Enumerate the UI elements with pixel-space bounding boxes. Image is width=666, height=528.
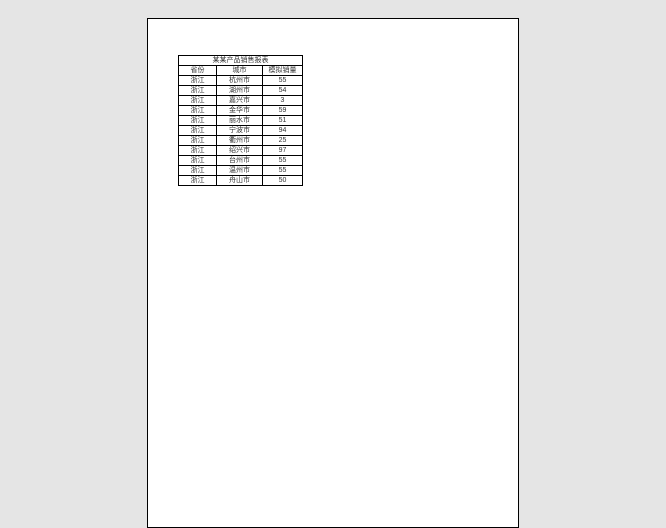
cell-city: 舟山市 [217, 176, 263, 186]
cell-sales: 54 [263, 86, 303, 96]
cell-province: 浙江 [179, 76, 217, 86]
cell-province: 浙江 [179, 116, 217, 126]
cell-province: 浙江 [179, 176, 217, 186]
col-header-sales: 模拟销量 [263, 66, 303, 76]
table-row: 浙江 宁波市 94 [179, 126, 303, 136]
cell-city: 杭州市 [217, 76, 263, 86]
cell-city: 衢州市 [217, 136, 263, 146]
cell-city: 丽水市 [217, 116, 263, 126]
cell-city: 台州市 [217, 156, 263, 166]
table-title: 某某产品销售报表 [179, 56, 303, 66]
cell-city: 嘉兴市 [217, 96, 263, 106]
table-header-row: 省份 城市 模拟销量 [179, 66, 303, 76]
cell-sales: 50 [263, 176, 303, 186]
table-row: 浙江 金华市 59 [179, 106, 303, 116]
col-header-province: 省份 [179, 66, 217, 76]
table-title-row: 某某产品销售报表 [179, 56, 303, 66]
cell-sales: 97 [263, 146, 303, 156]
cell-sales: 55 [263, 76, 303, 86]
cell-province: 浙江 [179, 166, 217, 176]
cell-city: 湖州市 [217, 86, 263, 96]
cell-province: 浙江 [179, 146, 217, 156]
cell-province: 浙江 [179, 156, 217, 166]
col-header-city: 城市 [217, 66, 263, 76]
cell-province: 浙江 [179, 96, 217, 106]
table-row: 浙江 温州市 55 [179, 166, 303, 176]
document-page: 某某产品销售报表 省份 城市 模拟销量 浙江 杭州市 55 浙江 湖州市 54 … [147, 18, 519, 528]
cell-city: 温州市 [217, 166, 263, 176]
table-row: 浙江 绍兴市 97 [179, 146, 303, 156]
cell-sales: 25 [263, 136, 303, 146]
sales-table: 某某产品销售报表 省份 城市 模拟销量 浙江 杭州市 55 浙江 湖州市 54 … [178, 55, 303, 186]
cell-province: 浙江 [179, 106, 217, 116]
cell-city: 金华市 [217, 106, 263, 116]
table-row: 浙江 嘉兴市 3 [179, 96, 303, 106]
cell-province: 浙江 [179, 126, 217, 136]
table-row: 浙江 湖州市 54 [179, 86, 303, 96]
cell-sales: 51 [263, 116, 303, 126]
cell-sales: 3 [263, 96, 303, 106]
table-row: 浙江 衢州市 25 [179, 136, 303, 146]
cell-city: 宁波市 [217, 126, 263, 136]
cell-sales: 55 [263, 156, 303, 166]
cell-sales: 59 [263, 106, 303, 116]
cell-province: 浙江 [179, 86, 217, 96]
cell-sales: 55 [263, 166, 303, 176]
table-row: 浙江 丽水市 51 [179, 116, 303, 126]
cell-sales: 94 [263, 126, 303, 136]
table-row: 浙江 杭州市 55 [179, 76, 303, 86]
cell-city: 绍兴市 [217, 146, 263, 156]
table-row: 浙江 舟山市 50 [179, 176, 303, 186]
cell-province: 浙江 [179, 136, 217, 146]
table-row: 浙江 台州市 55 [179, 156, 303, 166]
